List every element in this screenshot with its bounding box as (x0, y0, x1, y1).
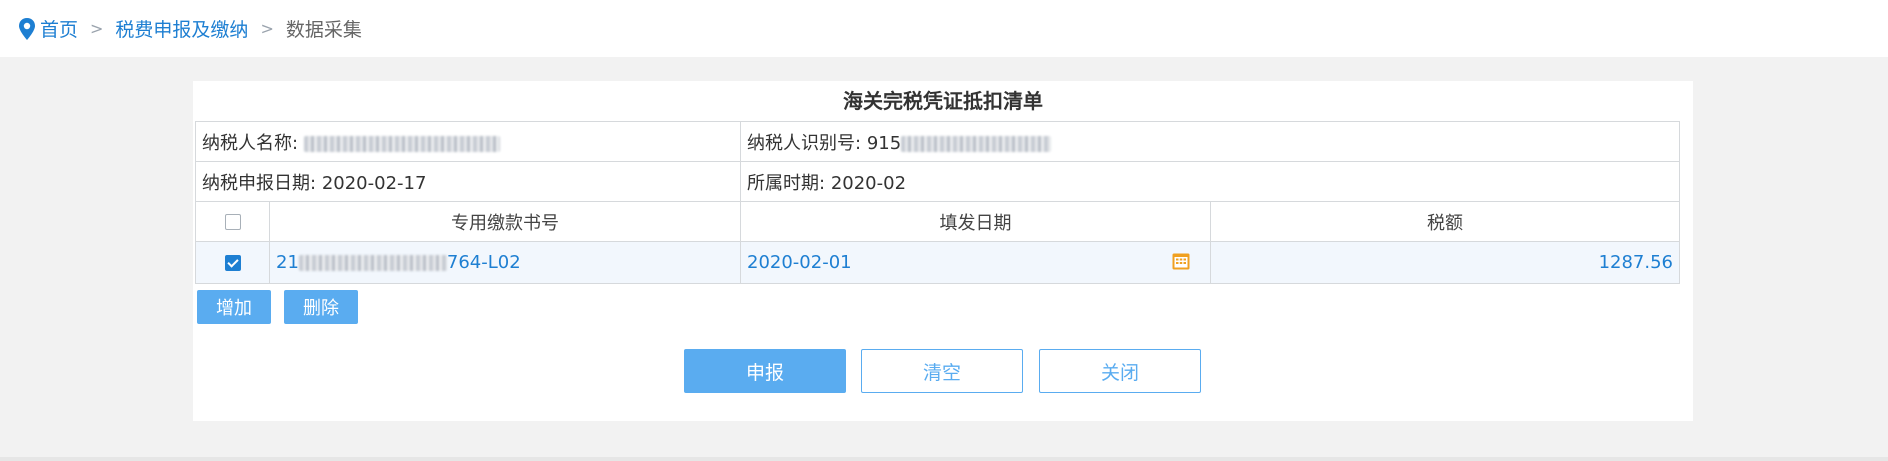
close-button[interactable]: 关闭 (1039, 349, 1201, 393)
doc-no-cell[interactable]: 21 764-L02 (269, 241, 741, 284)
tax-amount-cell[interactable]: 1287.56 (1209, 241, 1681, 284)
column-header-tax-amount: 税额 (1209, 201, 1681, 242)
footer-divider (0, 457, 1888, 461)
issue-date-cell[interactable]: 2020-02-01 (740, 241, 1211, 284)
doc-no-prefix: 21 (276, 252, 299, 273)
breadcrumb: 首页 > 税费申报及缴纳 > 数据采集 (0, 0, 1888, 57)
submit-button[interactable]: 申报 (684, 349, 846, 393)
column-header-issue-date: 填发日期 (740, 201, 1211, 242)
table-row: 21 764-L02 2020-02-01 1287.56 (195, 241, 1681, 284)
taxpayer-id-label: 纳税人识别号: (747, 132, 862, 154)
declare-date-value: 2020-02-17 (321, 172, 427, 194)
doc-no-suffix: 764-L02 (446, 252, 521, 273)
clear-button[interactable]: 清空 (861, 349, 1023, 393)
form-title: 海关完税凭证抵扣清单 (843, 89, 1043, 113)
delete-row-button[interactable]: 删除 (284, 290, 358, 324)
period-label: 所属时期: (747, 172, 826, 194)
period-cell: 所属时期: 2020-02 (739, 161, 1681, 202)
column-header-doc-no: 专用缴款书号 (269, 201, 741, 242)
breadcrumb-separator: > (260, 19, 274, 38)
declare-date-label: 纳税申报日期: (202, 172, 317, 194)
taxpayer-id-redacted (901, 135, 1052, 152)
breadcrumb-current: 数据采集 (285, 19, 362, 41)
period-value: 2020-02 (830, 172, 907, 194)
row-checkbox[interactable] (224, 254, 241, 271)
breadcrumb-home-link[interactable]: 首页 (40, 15, 78, 42)
issue-date-value: 2020-02-01 (747, 252, 852, 273)
location-pin-icon (19, 17, 35, 40)
calendar-icon[interactable] (1172, 252, 1190, 270)
taxpayer-name-redacted (303, 135, 500, 152)
taxpayer-name-label: 纳税人名称: (202, 132, 299, 154)
row-select-cell (195, 241, 270, 284)
deduction-table: 纳税人名称: 纳税人识别号: 915 纳税申报日期: 2020-02-17 所属… (195, 121, 1681, 284)
doc-no-redacted (298, 255, 447, 271)
add-row-button[interactable]: 增加 (197, 290, 271, 324)
taxpayer-id-prefix: 915 (866, 132, 902, 154)
tax-amount-value: 1287.56 (1598, 252, 1674, 273)
breadcrumb-section-link[interactable]: 税费申报及缴纳 (115, 15, 248, 42)
breadcrumb-separator: > (90, 19, 104, 38)
taxpayer-name-cell: 纳税人名称: (195, 121, 741, 162)
select-all-checkbox[interactable] (224, 213, 241, 230)
declare-date-cell: 纳税申报日期: 2020-02-17 (195, 161, 741, 202)
select-all-cell (195, 201, 270, 242)
taxpayer-id-cell: 纳税人识别号: 915 (739, 121, 1681, 162)
